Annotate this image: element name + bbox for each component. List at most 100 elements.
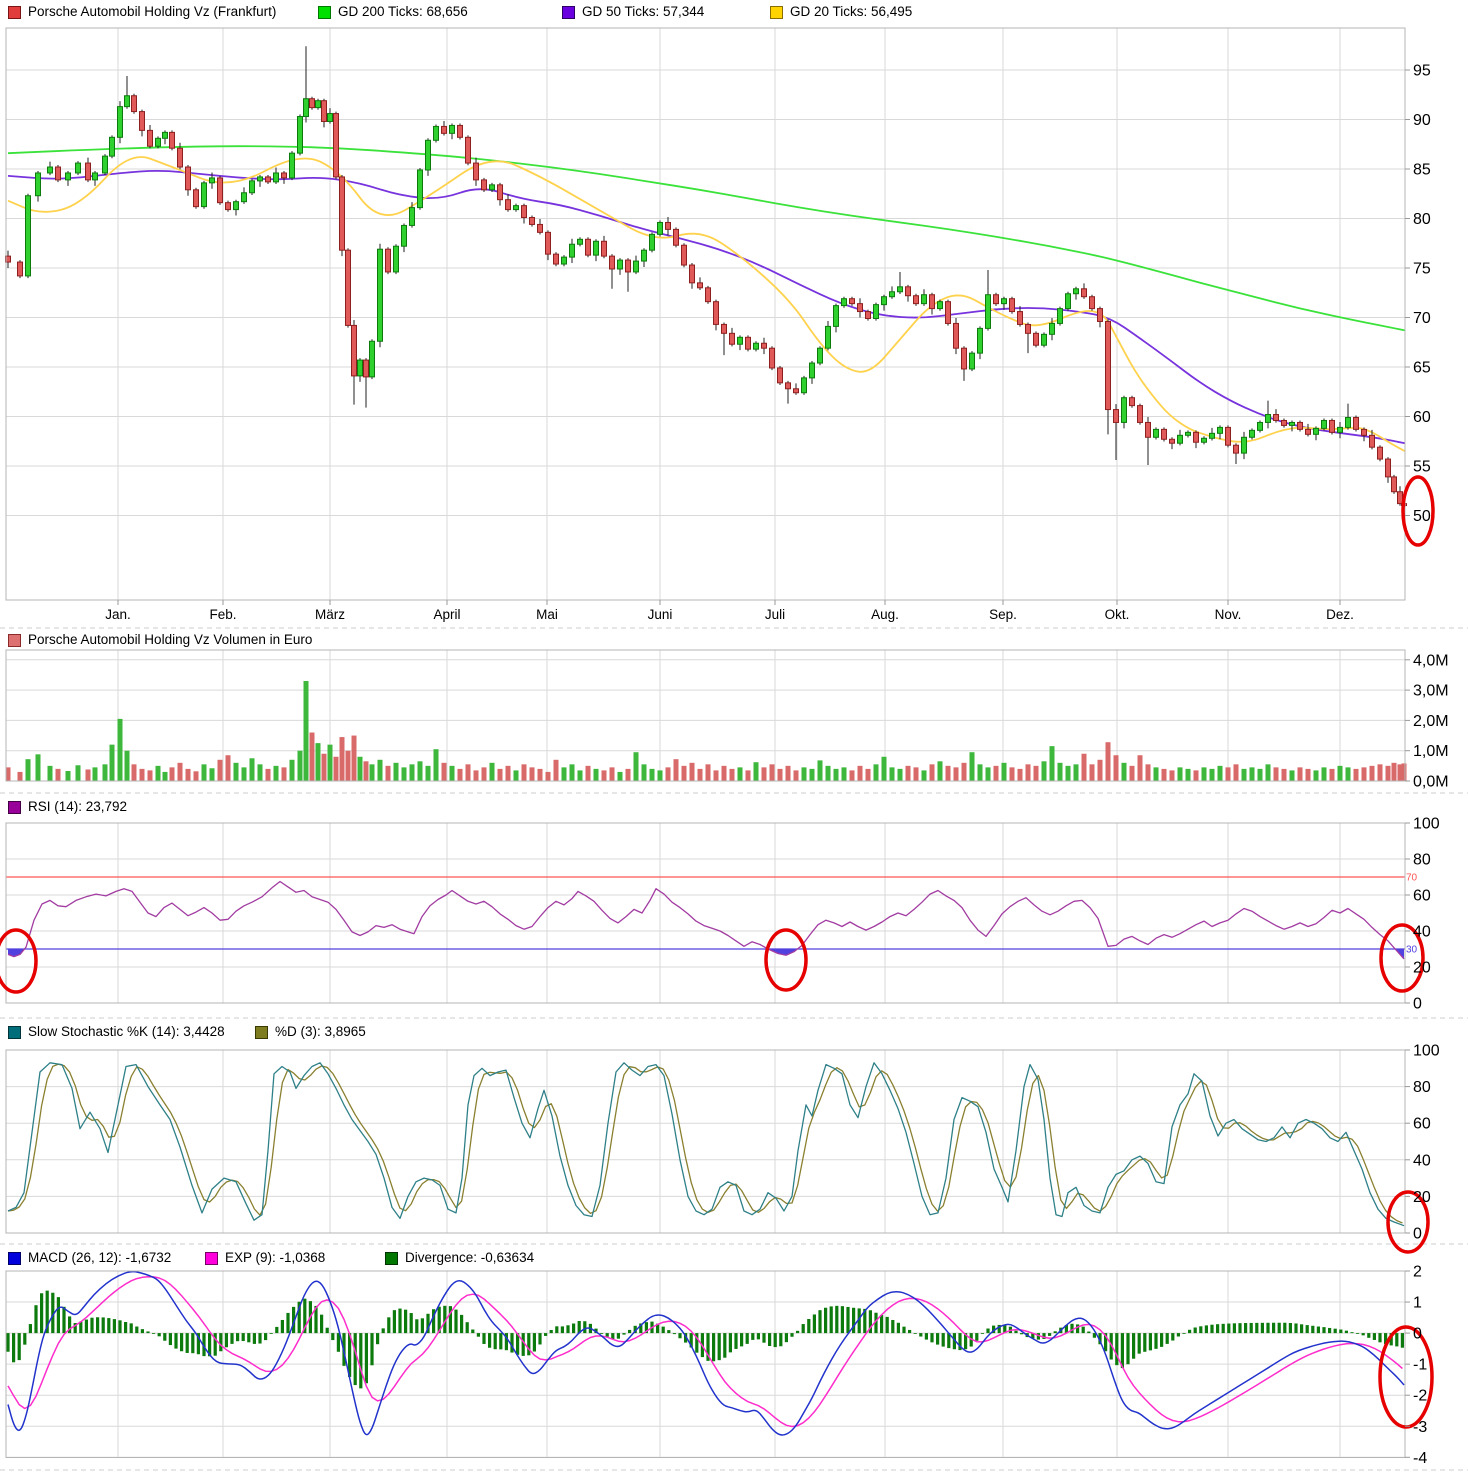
candle-down bbox=[1194, 432, 1199, 442]
rsi-oversold-fill bbox=[8, 882, 1404, 959]
volume-bar bbox=[762, 767, 767, 781]
candle-down bbox=[474, 163, 479, 180]
volume-bar bbox=[358, 757, 363, 781]
volume-bar bbox=[1378, 764, 1383, 781]
candle-up bbox=[1202, 438, 1207, 442]
y-tick-label: 60 bbox=[1413, 1116, 1431, 1133]
candle-up bbox=[26, 196, 31, 276]
candle-up bbox=[76, 163, 81, 173]
divergence-bar bbox=[1222, 1324, 1225, 1333]
volume-bar bbox=[110, 745, 115, 781]
candle-down bbox=[1090, 297, 1095, 309]
price-legend: Porsche Automobil Holding Vz (Frankfurt)… bbox=[0, 3, 1468, 23]
candle-down bbox=[282, 173, 287, 178]
stock-chart-page: 50556065707580859095Jan.Feb.MärzAprilMai… bbox=[0, 0, 1468, 1474]
divergence-bar bbox=[1345, 1331, 1348, 1333]
divergence-swatch bbox=[385, 1252, 398, 1265]
volume-bar bbox=[304, 681, 309, 781]
divergence-bar bbox=[1311, 1326, 1314, 1333]
volume-bar bbox=[418, 761, 423, 781]
candle-up bbox=[418, 170, 423, 208]
candle-up bbox=[818, 348, 823, 363]
candle-down bbox=[690, 265, 695, 283]
volume-bar bbox=[410, 764, 415, 781]
month-label: Aug. bbox=[871, 607, 899, 622]
candle-down bbox=[132, 96, 137, 112]
volume-bar bbox=[914, 767, 919, 781]
divergence-bar bbox=[1132, 1333, 1135, 1359]
y-tick-label: 100 bbox=[1413, 1043, 1440, 1060]
month-label: Mai bbox=[536, 607, 558, 622]
volume-bar bbox=[802, 767, 807, 781]
volume-bar bbox=[290, 760, 295, 781]
volume-bar bbox=[714, 770, 719, 781]
divergence-bar bbox=[1317, 1327, 1320, 1334]
candle-down bbox=[1138, 406, 1143, 423]
volume-bar bbox=[570, 764, 575, 781]
candle-up bbox=[754, 343, 759, 349]
divergence-bar bbox=[1350, 1332, 1353, 1333]
volume-bar bbox=[1274, 767, 1279, 781]
divergence-bar bbox=[499, 1333, 502, 1349]
candle-up bbox=[1002, 299, 1007, 304]
volume-bar bbox=[1186, 769, 1191, 781]
volume-bar bbox=[298, 751, 303, 781]
volume-bar bbox=[474, 770, 479, 781]
candle-down bbox=[722, 324, 727, 333]
candle-down bbox=[1010, 299, 1015, 312]
divergence-bar bbox=[382, 1328, 385, 1333]
divergence-bar bbox=[930, 1333, 933, 1342]
divergence-bar bbox=[1166, 1333, 1169, 1344]
candle-down bbox=[140, 112, 145, 131]
candle-up bbox=[1258, 422, 1263, 430]
rsi-panel: 0204060801007030 bbox=[0, 816, 1440, 1013]
candle-down bbox=[586, 239, 591, 255]
volume-bar bbox=[352, 736, 357, 781]
divergence-bar bbox=[1087, 1332, 1090, 1334]
divergence-bar bbox=[662, 1327, 665, 1333]
volume-bar bbox=[48, 766, 53, 781]
divergence-bar bbox=[522, 1333, 525, 1356]
candle-up bbox=[394, 246, 399, 272]
divergence-bar bbox=[174, 1333, 177, 1348]
candle-down bbox=[1354, 417, 1359, 429]
divergence-bar bbox=[1138, 1333, 1141, 1354]
divergence-bar bbox=[813, 1314, 816, 1333]
divergence-bar bbox=[902, 1327, 905, 1333]
y-tick-label: 40 bbox=[1413, 1152, 1431, 1169]
candle-down bbox=[352, 325, 357, 375]
stoch-k-line bbox=[8, 1063, 1404, 1226]
divergence-bar bbox=[1356, 1333, 1359, 1334]
divergence-bar bbox=[460, 1315, 463, 1333]
volume-bar bbox=[1050, 746, 1055, 781]
divergence-bar bbox=[1143, 1333, 1146, 1352]
divergence-bar bbox=[1334, 1329, 1337, 1333]
candle-down bbox=[1234, 445, 1239, 453]
candle-down bbox=[1398, 492, 1403, 504]
volume-bar bbox=[250, 758, 255, 781]
volume-bar bbox=[1330, 769, 1335, 781]
divergence-bar bbox=[1210, 1325, 1213, 1333]
volume-bar bbox=[562, 767, 567, 781]
month-label: Dez. bbox=[1326, 607, 1354, 622]
candle-up bbox=[938, 302, 943, 309]
candle-up bbox=[103, 156, 108, 173]
candle-down bbox=[762, 343, 767, 348]
divergence-bar bbox=[774, 1333, 777, 1347]
month-label: Nov. bbox=[1215, 607, 1242, 622]
divergence-bar bbox=[118, 1320, 121, 1333]
volume-bar bbox=[986, 767, 991, 781]
volume-bar bbox=[506, 766, 511, 781]
candle-down bbox=[194, 190, 199, 207]
volume-bar bbox=[874, 764, 879, 781]
candle-down bbox=[730, 333, 735, 344]
divergence-bar bbox=[1076, 1324, 1079, 1333]
candle-down bbox=[786, 383, 791, 389]
volume-bar bbox=[426, 766, 431, 781]
divergence-bar bbox=[1054, 1331, 1057, 1333]
candle-up bbox=[978, 328, 983, 353]
rsi-line bbox=[8, 882, 1404, 959]
divergence-bar bbox=[600, 1333, 603, 1334]
y-tick-label: 100 bbox=[1413, 816, 1440, 833]
volume-bar bbox=[234, 763, 239, 781]
